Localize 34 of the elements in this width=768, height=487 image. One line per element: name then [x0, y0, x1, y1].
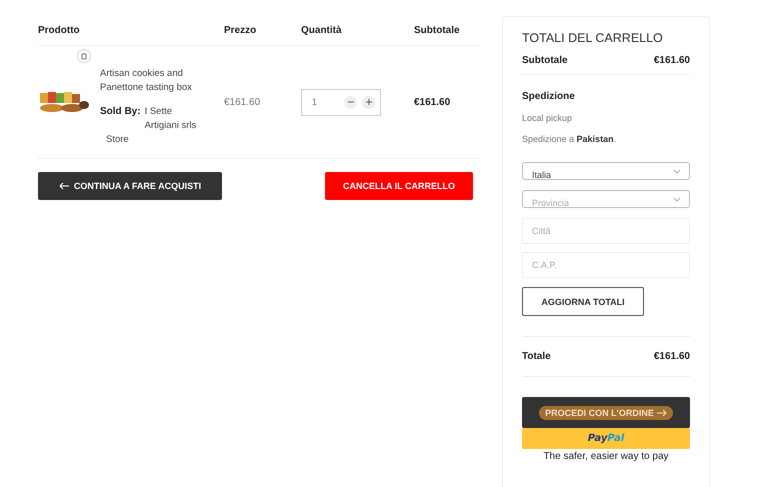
- shipping-method-text: Local pickup: [522, 113, 574, 123]
- column-header: Quantità: [301, 25, 343, 36]
- quantity-field[interactable]: 1: [301, 88, 381, 116]
- chevron-down-icon: [673, 196, 681, 202]
- input-field[interactable]: C.A.P.: [522, 252, 690, 278]
- update-totals-button[interactable]: AGGIORNA TOTALI: [522, 287, 644, 316]
- continue-shopping-button[interactable]: CONTINUA A FARE ACQUISTI: [38, 172, 222, 200]
- vendor-link[interactable]: I Sette Artigiani srls: [144, 105, 203, 133]
- shipping-label: Spedizione: [522, 91, 576, 102]
- trash-icon[interactable]: [78, 50, 90, 62]
- select-field[interactable]: Italia: [522, 162, 690, 180]
- price-text: €161.60: [224, 96, 262, 108]
- paypal-tagline: The safer, easier way to pay: [542, 451, 670, 462]
- column-header: Subtotale: [414, 25, 461, 36]
- column-header: Prodotto: [38, 25, 81, 36]
- subtotal-value: €161.60: [654, 55, 690, 66]
- column-header: Prezzo: [224, 25, 258, 36]
- product-name-link[interactable]: Artisan cookies and Panettone tasting box: [100, 67, 210, 95]
- sold-by-label: Sold By:: [100, 105, 141, 119]
- plus-icon[interactable]: [362, 96, 375, 108]
- subtotal-label: Subtotale: [522, 55, 568, 66]
- total-value: €161.60: [654, 351, 690, 362]
- vendor-store-text: Store: [105, 133, 130, 147]
- arrow-right-icon: [656, 408, 667, 416]
- chevron-down-icon: [673, 168, 681, 174]
- shipping-destination-text: Spedizione a Pakistan.: [522, 134, 618, 144]
- empty-cart-button[interactable]: CANCELLA IL CARRELLO: [325, 172, 473, 200]
- input-field[interactable]: Città: [522, 218, 690, 244]
- minus-icon[interactable]: [344, 96, 357, 108]
- subtotal-text: €161.60: [414, 96, 452, 108]
- paypal-button[interactable]: PayPal: [522, 428, 690, 449]
- total-label: Totale: [522, 351, 551, 362]
- totals-title: TOTALI DEL CARRELLO: [522, 31, 664, 45]
- arrow-left-icon: [58, 182, 69, 190]
